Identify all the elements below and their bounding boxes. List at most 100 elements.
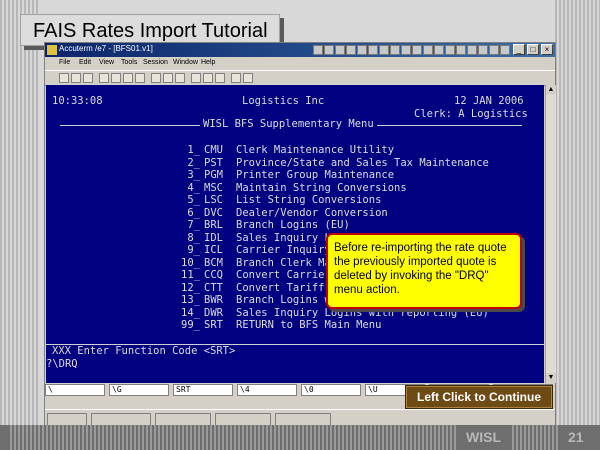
capture-icon[interactable] (203, 73, 213, 83)
slide-footer: WISL 21 (0, 425, 600, 450)
terminal-menu-title: WISL BFS Supplementary Menu (200, 118, 377, 130)
function-key[interactable]: \G (109, 384, 169, 396)
menu-bar: File Edit View Tools Session Window Help (45, 57, 555, 69)
tray-icon[interactable] (434, 45, 444, 55)
help-icon[interactable] (243, 73, 253, 83)
function-key[interactable]: \4 (237, 384, 297, 396)
copy-icon[interactable] (123, 73, 133, 83)
menu-row-label: Clerk Maintenance Utility (236, 144, 395, 156)
menu-row-code: MSC (204, 181, 223, 194)
function-key[interactable]: \ (45, 384, 105, 396)
menu-row-number: 1_ (187, 144, 200, 156)
tray-icon[interactable] (500, 45, 510, 55)
menu-row-code: BWR (204, 294, 223, 306)
menu-row-label: Printer Group Maintenance (236, 169, 395, 181)
menu-session[interactable]: Session (143, 59, 168, 66)
tutorial-callout: Before re-importing the rate quote the p… (326, 233, 522, 309)
tray-icon[interactable] (390, 45, 400, 55)
menu-row-label: Maintain String Conversions (236, 181, 407, 194)
function-key[interactable]: \0 (301, 384, 361, 396)
tray-icon[interactable] (467, 45, 477, 55)
window-titlebar: Accuterm /e7 - [BFS01.v1] _ □ × (45, 43, 555, 57)
menu-file[interactable]: File (59, 59, 70, 66)
menu-edit[interactable]: Edit (79, 59, 91, 66)
tray-icon[interactable] (368, 45, 378, 55)
tray-icon[interactable] (335, 45, 345, 55)
menu-row-number: 5_ (187, 194, 200, 206)
minimize-button[interactable]: _ (513, 44, 525, 55)
tray-icon[interactable] (324, 45, 334, 55)
transfer-icon[interactable] (191, 73, 201, 83)
paste-icon[interactable] (135, 73, 145, 83)
tray-icon[interactable] (423, 45, 433, 55)
tray-icon[interactable] (313, 45, 323, 55)
menu-row-code: IDL (204, 231, 223, 244)
menu-row-number: 11_ (181, 269, 200, 281)
print-icon[interactable] (99, 73, 109, 83)
terminal-input-line[interactable]: ?\DRQ (46, 358, 78, 370)
menu-row-code: DVC (204, 206, 223, 219)
close-button[interactable]: × (541, 44, 553, 55)
scroll-down-icon[interactable]: ▼ (546, 373, 556, 383)
tray-icon[interactable] (456, 45, 466, 55)
menu-row-label: List String Conversions (236, 194, 382, 206)
menu-row-label: Carrier Inquiry (236, 244, 331, 256)
menu-row-number: 14_ (181, 306, 200, 319)
window-title: Accuterm /e7 - [BFS01.v1] (59, 44, 153, 53)
tray-icon[interactable] (445, 45, 455, 55)
menu-row-number: 7_ (187, 219, 200, 231)
tray-icon[interactable] (379, 45, 389, 55)
menu-row-code: CMU (204, 144, 223, 156)
toolbar (45, 70, 555, 86)
tray-icon[interactable] (357, 45, 367, 55)
menu-row-label: Branch Logins wi (236, 294, 338, 306)
page-number: 21 (568, 429, 584, 445)
scroll-up-icon[interactable]: ▲ (546, 85, 556, 95)
menu-row-label: Branch Clerk Mai (236, 256, 338, 269)
menu-row-number: 12_ (181, 281, 200, 294)
function-key[interactable]: SRT (173, 384, 233, 396)
save-icon[interactable] (83, 73, 93, 83)
menu-row-code: BCM (204, 256, 223, 269)
menu-help[interactable]: Help (201, 59, 215, 66)
continue-button[interactable]: Left Click to Continue (406, 386, 552, 408)
terminal-time: 10:33:08 (52, 95, 103, 107)
menu-view[interactable]: View (99, 59, 114, 66)
menu-row-code: CTT (204, 281, 223, 294)
maximize-button[interactable]: □ (527, 44, 539, 55)
menu-row-label: Province/State and Sales Tax Maintenance (236, 156, 489, 169)
left-stripe-decoration (0, 0, 40, 450)
tray-icon[interactable] (412, 45, 422, 55)
menu-row-number: 6_ (187, 206, 200, 219)
menu-row-number: 2_ (187, 156, 200, 169)
quick-launch-strip (313, 45, 510, 55)
keyboard-icon[interactable] (215, 73, 225, 83)
cut-icon[interactable] (111, 73, 121, 83)
tray-icon[interactable] (401, 45, 411, 55)
menu-row-code: ICL (204, 244, 223, 256)
terminal-prompt: XXX Enter Function Code <SRT> (52, 345, 236, 357)
menu-row-code: PST (204, 156, 223, 169)
macro-icon[interactable] (231, 73, 241, 83)
menu-window[interactable]: Window (173, 59, 198, 66)
connect-icon[interactable] (151, 73, 161, 83)
menu-row-number: 10_ (181, 256, 200, 269)
menu-row-number: 4_ (187, 181, 200, 194)
settings-icon[interactable] (175, 73, 185, 83)
new-icon[interactable] (59, 73, 69, 83)
footer-stripes-right (512, 425, 558, 450)
menu-tools[interactable]: Tools (121, 59, 137, 66)
menu-row-number: 8_ (187, 231, 200, 244)
app-icon (47, 45, 57, 55)
tray-icon[interactable] (478, 45, 488, 55)
menu-row-label: Branch Logins (EU) (236, 219, 350, 231)
vertical-scrollbar[interactable]: ▲ ▼ (545, 85, 556, 383)
menu-row-number: 9_ (187, 244, 200, 256)
tray-icon[interactable] (346, 45, 356, 55)
menu-row-number: 13_ (181, 294, 200, 306)
open-icon[interactable] (71, 73, 81, 83)
tray-icon[interactable] (489, 45, 499, 55)
right-stripe-decoration (555, 0, 600, 450)
terminal-clerk: Clerk: A Logistics (414, 108, 528, 120)
disconnect-icon[interactable] (163, 73, 173, 83)
